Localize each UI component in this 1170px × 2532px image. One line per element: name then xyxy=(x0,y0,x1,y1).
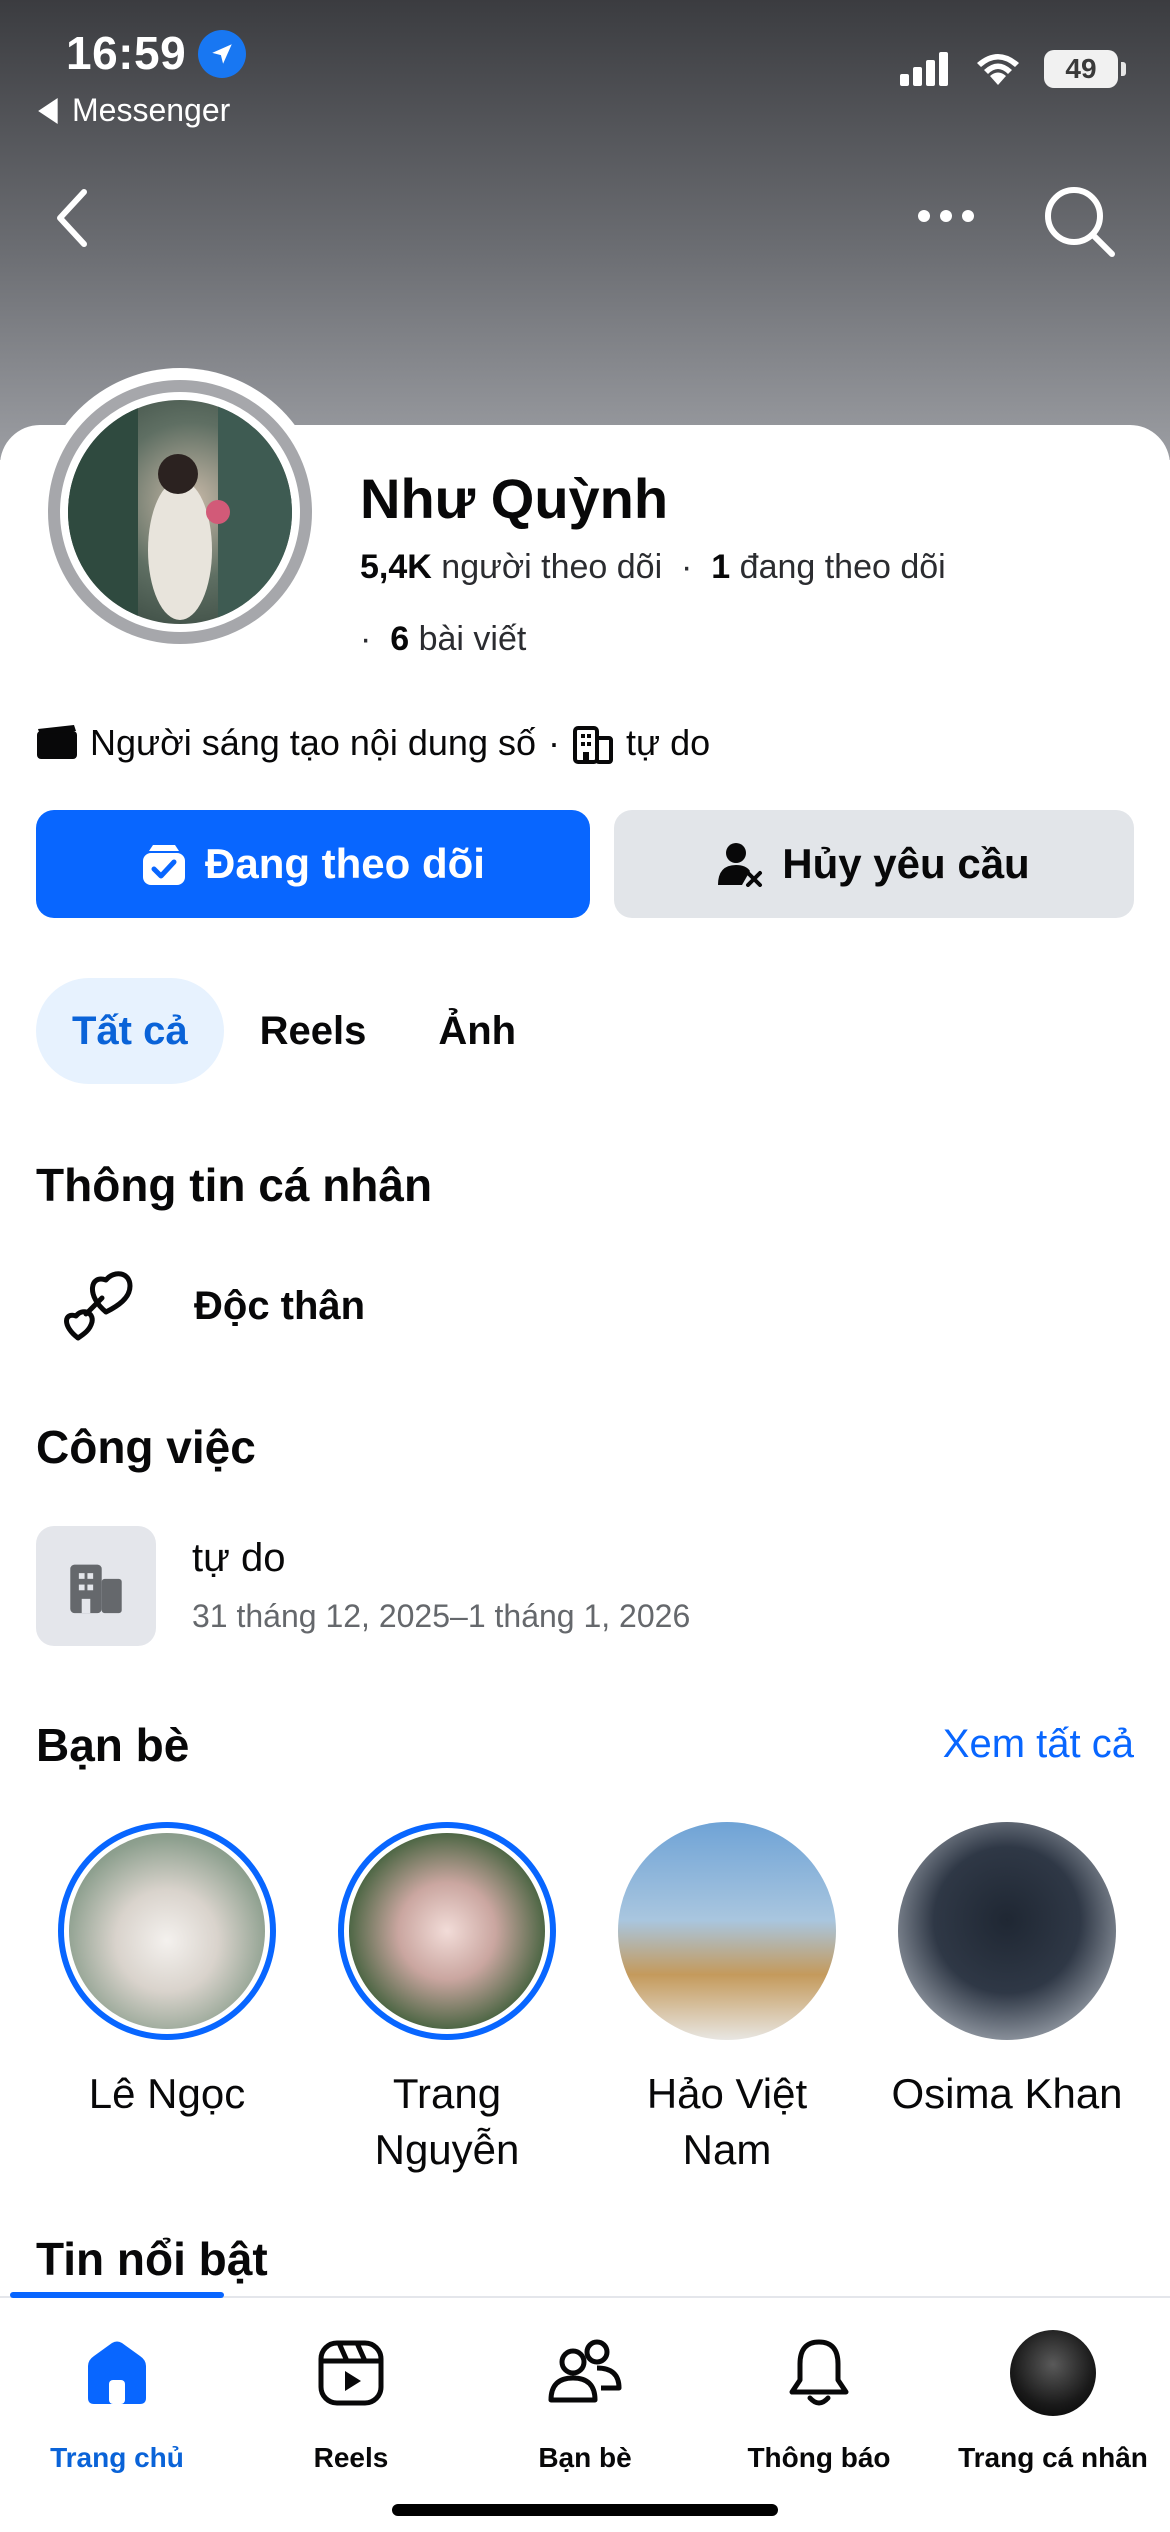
back-app-label: Messenger xyxy=(72,92,231,128)
nav-notifications[interactable]: Thông báo xyxy=(702,2328,936,2474)
creator-category: Người sáng tạo nội dung số xyxy=(90,722,536,763)
bio-separator: · xyxy=(548,722,560,763)
tab-indicator xyxy=(10,2292,224,2298)
nav-friends-label: Bạn bè xyxy=(538,2442,632,2473)
home-icon xyxy=(0,2328,234,2418)
posts-count: 6 xyxy=(390,620,410,658)
following-button[interactable]: Đang theo dõi xyxy=(36,810,590,918)
follow-stats: 5,4K người theo dõi · 1 đang theo dõi xyxy=(360,548,946,587)
reels-icon xyxy=(234,2328,468,2418)
nav-reels[interactable]: Reels xyxy=(234,2328,468,2474)
profile-tabs: Tất cả Reels Ảnh xyxy=(36,978,552,1084)
stats-separator: · xyxy=(671,548,702,586)
nav-notifications-label: Thông báo xyxy=(747,2442,891,2473)
following-label[interactable]: đang theo dõi xyxy=(740,548,946,586)
tab-reels[interactable]: Reels xyxy=(224,978,403,1084)
location-arrow-icon xyxy=(198,30,246,78)
profile-bio-line: Người sáng tạo nội dung số · tự do xyxy=(36,722,710,764)
work-section-title: Công việc xyxy=(36,1421,256,1473)
friend-photo xyxy=(69,1833,265,2029)
friend-name: Hảo Việt Nam xyxy=(646,2070,808,2173)
friend-photo xyxy=(898,1822,1116,2040)
followers-label[interactable]: người theo dõi xyxy=(441,548,662,586)
nav-friends[interactable]: Bạn bè xyxy=(468,2328,702,2474)
status-time: 16:59 xyxy=(66,27,187,79)
posts-label: bài viết xyxy=(418,620,527,658)
following-check-icon xyxy=(143,845,185,885)
profile-avatar[interactable] xyxy=(36,368,324,656)
nav-profile-photo xyxy=(1010,2330,1096,2416)
back-triangle-icon xyxy=(38,97,58,124)
nav-home[interactable]: Trang chủ xyxy=(0,2328,234,2474)
battery-indicator: 49 xyxy=(1044,50,1126,88)
following-count[interactable]: 1 xyxy=(711,548,730,586)
tab-all[interactable]: Tất cả xyxy=(36,978,224,1084)
following-button-label: Đang theo dõi xyxy=(205,840,485,887)
hearts-icon xyxy=(64,1271,133,1341)
personal-info-title: Thông tin cá nhân xyxy=(36,1159,433,1211)
cellular-signal-icon xyxy=(900,52,948,86)
nav-reels-label: Reels xyxy=(313,2442,389,2473)
relationship-status: Độc thân xyxy=(194,1283,366,1328)
nav-profile[interactable]: Trang cá nhân xyxy=(936,2328,1170,2474)
back-to-app-link[interactable]: Messenger xyxy=(38,92,230,129)
friend-avatar xyxy=(338,1822,556,2040)
nav-profile-label: Trang cá nhân xyxy=(958,2442,1148,2473)
highlights-title: Tin nổi bật xyxy=(36,2233,268,2285)
friend-card[interactable]: Hảo Việt Nam xyxy=(602,1822,852,2178)
relationship-row: Độc thân xyxy=(56,1268,365,1344)
more-options-icon[interactable] xyxy=(914,196,978,236)
bell-icon xyxy=(702,2328,936,2418)
see-all-friends-link[interactable]: Xem tất cả xyxy=(943,1722,1134,1767)
friend-name: Trang Nguyễn xyxy=(374,2070,520,2173)
friends-icon xyxy=(468,2328,702,2418)
followers-count[interactable]: 5,4K xyxy=(360,548,432,586)
back-arrow-icon[interactable] xyxy=(48,186,98,250)
friend-card[interactable]: Osima Khan xyxy=(882,1822,1132,2122)
friend-name: Lê Ngọc xyxy=(88,2070,246,2117)
friends-section-title: Bạn bè xyxy=(36,1719,190,1771)
search-icon[interactable] xyxy=(1042,184,1116,258)
friend-name: Osima Khan xyxy=(891,2070,1123,2117)
friend-card[interactable]: Lê Ngọc xyxy=(42,1822,292,2122)
work-place[interactable]: tự do xyxy=(192,1536,286,1581)
friend-avatar xyxy=(898,1822,1116,2040)
stats-separator: · xyxy=(360,620,381,658)
work-dates: 31 tháng 12, 2025–1 tháng 1, 2026 xyxy=(192,1598,691,1634)
profile-name: Như Quỳnh xyxy=(360,467,669,530)
friend-avatar xyxy=(58,1822,276,2040)
avatar-photo xyxy=(68,400,292,624)
avatar-border xyxy=(48,380,312,644)
wifi-icon xyxy=(977,54,1019,85)
building-glyph xyxy=(70,1564,122,1614)
work-building-icon xyxy=(36,1526,156,1646)
person-remove-icon xyxy=(718,843,763,887)
friend-photo xyxy=(349,1833,545,2029)
bottom-navigation: Trang chủ Reels Bạn bè Thông báo Trang c… xyxy=(0,2296,1170,2532)
cancel-request-label: Hủy yêu cầu xyxy=(782,840,1030,887)
friend-avatar xyxy=(618,1822,836,2040)
status-indicators: 49 xyxy=(900,50,1126,88)
profile-avatar-icon xyxy=(936,2328,1170,2418)
friend-photo xyxy=(618,1822,836,2040)
nav-home-label: Trang chủ xyxy=(50,2442,184,2473)
cancel-request-button[interactable]: Hủy yêu cầu xyxy=(614,810,1134,918)
tab-photos[interactable]: Ảnh xyxy=(402,978,552,1084)
friend-card[interactable]: Trang Nguyễn xyxy=(322,1822,572,2178)
clapperboard-icon xyxy=(37,725,77,759)
home-indicator xyxy=(392,2504,778,2516)
avatar-figure xyxy=(68,400,292,624)
building-icon xyxy=(573,726,613,764)
post-stats: · 6 bài viết xyxy=(360,620,526,659)
workplace-text[interactable]: tự do xyxy=(626,722,710,764)
